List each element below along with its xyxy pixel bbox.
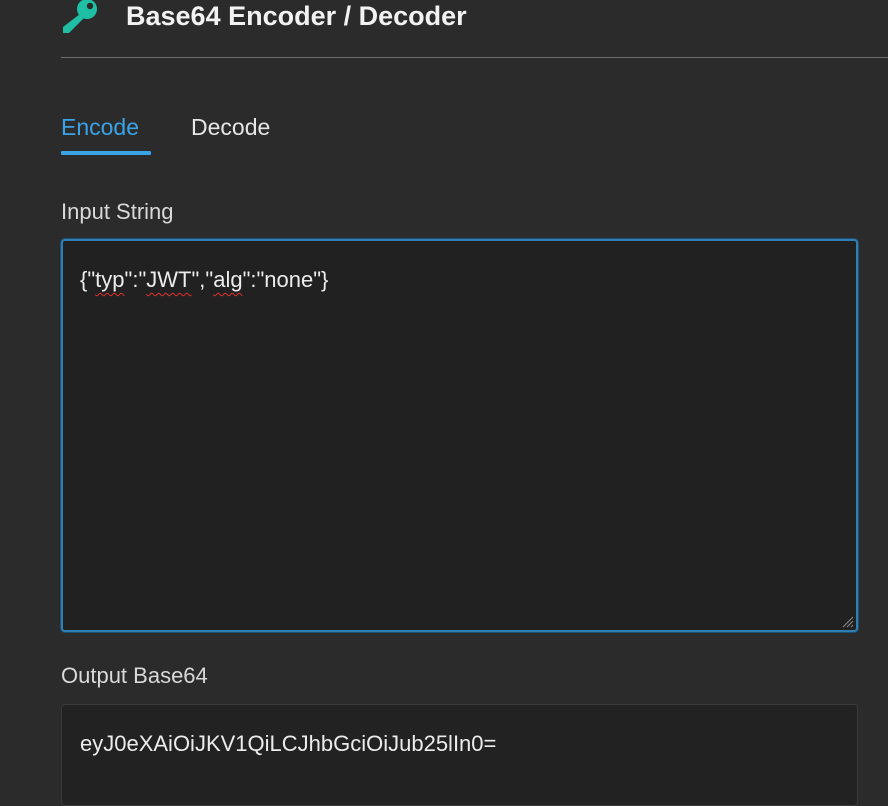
page-title: Base64 Encoder / Decoder bbox=[126, 1, 467, 31]
input-text-segment: ":" bbox=[124, 267, 147, 292]
input-text-segment: ":"none"} bbox=[242, 267, 329, 292]
misspelled-word: alg bbox=[213, 267, 243, 292]
app-header: Base64 Encoder / Decoder bbox=[61, 0, 888, 58]
misspelled-word: JWT bbox=[146, 267, 192, 292]
input-text-segment: {" bbox=[80, 267, 96, 292]
output-base64-value: eyJ0eXAiOiJKV1QiLCJhbGciOiJub25lIn0= bbox=[80, 731, 497, 756]
input-text-segment: "," bbox=[191, 267, 214, 292]
active-tab-indicator bbox=[61, 151, 151, 155]
input-string-label: Input String bbox=[61, 199, 174, 224]
tab-decode[interactable]: Decode bbox=[191, 110, 270, 144]
resize-grip-icon[interactable] bbox=[840, 614, 854, 628]
output-base64-label: Output Base64 bbox=[61, 663, 208, 688]
misspelled-word: typ bbox=[95, 267, 125, 292]
tab-encode[interactable]: Encode bbox=[61, 110, 139, 144]
input-string-value: {"typ":"JWT","alg":"none"} bbox=[80, 265, 328, 295]
output-base64-field[interactable]: eyJ0eXAiOiJKV1QiLCJhbGciOiJub25lIn0= bbox=[61, 704, 858, 806]
key-icon bbox=[63, 0, 97, 33]
input-string-textarea[interactable]: {"typ":"JWT","alg":"none"} bbox=[61, 239, 858, 632]
